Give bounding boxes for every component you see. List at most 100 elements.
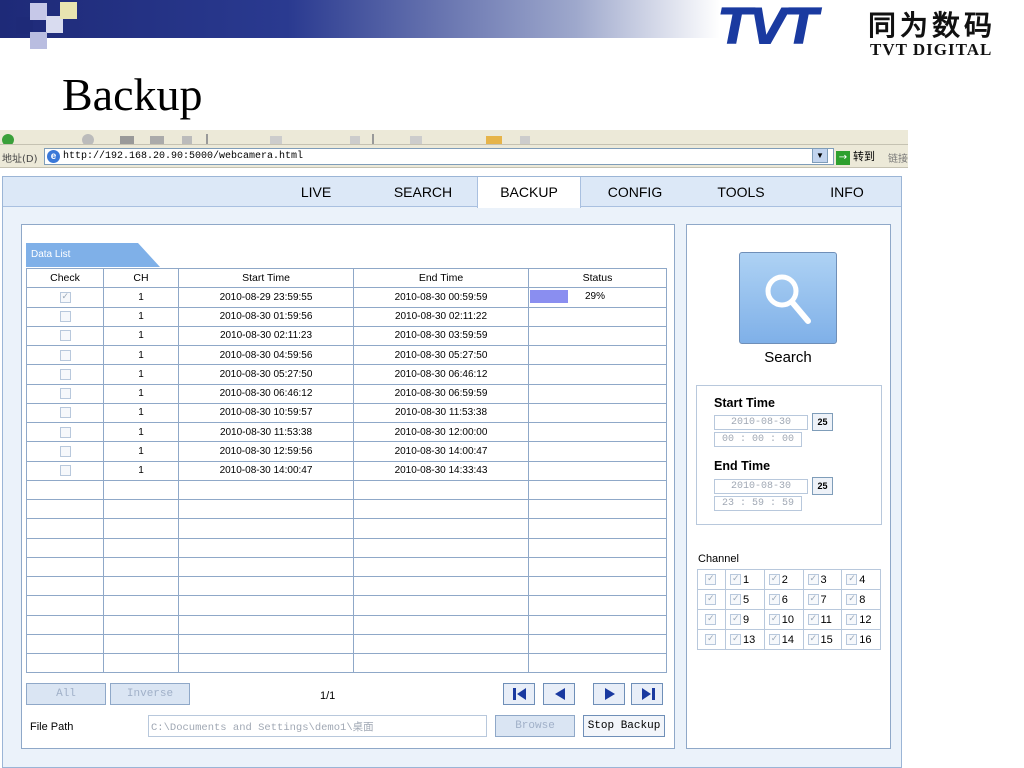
check-cell[interactable] [26, 325, 104, 347]
links-label[interactable]: 链接 [888, 150, 908, 165]
row-checkbox[interactable] [59, 445, 71, 457]
channel-checkbox[interactable] [846, 573, 858, 586]
channel-cell[interactable]: 12 [841, 609, 881, 630]
row-checkbox[interactable] [59, 291, 71, 303]
tab-search[interactable]: SEARCH [373, 177, 473, 207]
channel-checkbox[interactable] [807, 593, 819, 606]
table-row[interactable]: 1 2010-08-30 04:59:56 2010-08-30 05:27:50 [26, 344, 667, 366]
start-time-field[interactable]: 00 : 00 : 00 [714, 432, 802, 447]
stop-backup-button[interactable]: Stop Backup [583, 715, 665, 737]
row-select-checkbox[interactable] [705, 633, 716, 646]
column-header: Start Time [178, 267, 354, 289]
channel-checkbox[interactable] [846, 633, 858, 646]
channel-cell[interactable]: 11 [802, 609, 843, 630]
channel-cell: 1 [103, 383, 179, 404]
row-select-cell[interactable] [697, 609, 726, 630]
channel-cell[interactable]: 15 [802, 629, 843, 650]
row-checkbox[interactable] [59, 330, 71, 342]
table-row[interactable]: 1 2010-08-30 02:11:23 2010-08-30 03:59:59 [26, 325, 667, 347]
address-dropdown-icon[interactable]: ▼ [812, 148, 828, 163]
channel-cell[interactable]: 4 [841, 569, 881, 590]
address-input[interactable]: e http://192.168.20.90:5000/webcamera.ht… [44, 148, 834, 165]
tab-config[interactable]: CONFIG [583, 177, 687, 207]
table-row[interactable]: 1 2010-08-30 05:27:50 2010-08-30 06:46:12 [26, 364, 667, 385]
check-cell[interactable] [26, 441, 104, 462]
file-path-input[interactable]: C:\Documents and Settings\demo1\桌面 [148, 715, 487, 737]
channel-cell[interactable]: 5 [725, 589, 765, 610]
channel-cell[interactable]: 14 [763, 629, 804, 650]
end-date-field[interactable]: 2010-08-30 [714, 479, 808, 494]
row-select-cell[interactable] [697, 589, 726, 610]
check-cell[interactable] [26, 287, 104, 308]
last-page-button[interactable] [631, 683, 663, 705]
select-all-button[interactable]: All [26, 683, 106, 705]
row-select-cell[interactable] [697, 629, 726, 650]
channel-checkbox[interactable] [730, 573, 741, 586]
channel-checkbox[interactable] [846, 593, 858, 606]
channel-checkbox[interactable] [768, 613, 780, 626]
channel-checkbox[interactable] [730, 613, 741, 626]
check-cell[interactable] [26, 383, 104, 404]
start-date-field[interactable]: 2010-08-30 [714, 415, 808, 430]
channel-cell[interactable]: 3 [802, 569, 843, 590]
table-row[interactable]: 1 2010-08-30 10:59:57 2010-08-30 11:53:38 [26, 402, 667, 424]
channel-checkbox[interactable] [807, 633, 819, 646]
browse-button[interactable]: Browse [495, 715, 575, 737]
previous-page-button[interactable] [543, 683, 575, 705]
inverse-selection-button[interactable]: Inverse [110, 683, 190, 705]
tab-live[interactable]: LIVE [273, 177, 359, 207]
channel-cell[interactable]: 9 [725, 609, 765, 630]
table-row[interactable]: 1 2010-08-30 06:46:12 2010-08-30 06:59:59 [26, 383, 667, 404]
check-cell[interactable] [26, 344, 104, 366]
row-checkbox[interactable] [59, 407, 71, 419]
channel-checkbox[interactable] [807, 613, 819, 626]
go-button[interactable]: → 转到 [836, 148, 875, 165]
channel-checkbox[interactable] [768, 593, 780, 606]
end-time-field[interactable]: 23 : 59 : 59 [714, 496, 802, 511]
row-checkbox[interactable] [59, 311, 71, 323]
check-cell[interactable] [26, 364, 104, 385]
channel-checkbox[interactable] [730, 593, 741, 606]
channel-checkbox[interactable] [846, 613, 858, 626]
channel-checkbox[interactable] [768, 573, 780, 586]
row-select-checkbox[interactable] [705, 593, 716, 606]
calendar-icon[interactable]: 25 [812, 413, 833, 431]
row-checkbox[interactable] [59, 465, 71, 477]
first-page-button[interactable] [503, 683, 535, 705]
row-select-cell[interactable] [697, 569, 726, 590]
check-cell[interactable] [26, 460, 104, 481]
tab-tools[interactable]: TOOLS [693, 177, 789, 207]
check-cell[interactable] [26, 421, 104, 443]
channel-checkbox[interactable] [768, 633, 780, 646]
search-button[interactable] [739, 252, 837, 344]
next-page-button[interactable] [593, 683, 625, 705]
channel-checkbox[interactable] [807, 573, 819, 586]
channel-cell[interactable]: 16 [841, 629, 881, 650]
start-time-cell: 2010-08-30 14:00:47 [178, 460, 354, 481]
row-select-checkbox[interactable] [705, 573, 716, 586]
table-row[interactable]: 12010-08-29 23:59:552010-08-30 00:59:59 2… [26, 287, 667, 308]
channel-checkbox[interactable] [730, 633, 741, 646]
channel-cell[interactable]: 1 [725, 569, 765, 590]
row-checkbox[interactable] [59, 426, 71, 438]
column-header: CH [103, 267, 179, 289]
tab-backup[interactable]: BACKUP [477, 177, 581, 208]
table-row[interactable]: 1 2010-08-30 11:53:38 2010-08-30 12:00:00 [26, 421, 667, 443]
channel-cell[interactable]: 6 [763, 589, 804, 610]
channel-cell[interactable]: 2 [763, 569, 804, 590]
calendar-icon[interactable]: 25 [812, 477, 833, 495]
row-checkbox[interactable] [59, 388, 71, 400]
channel-cell[interactable]: 8 [841, 589, 881, 610]
row-checkbox[interactable] [59, 368, 71, 380]
row-checkbox[interactable] [59, 349, 71, 361]
check-cell[interactable] [26, 306, 104, 327]
tab-info[interactable]: INFO [803, 177, 891, 207]
channel-cell[interactable]: 7 [802, 589, 843, 610]
channel-cell[interactable]: 10 [763, 609, 804, 630]
channel-cell[interactable]: 13 [725, 629, 765, 650]
table-row[interactable]: 1 2010-08-30 01:59:56 2010-08-30 02:11:22 [26, 306, 667, 327]
check-cell[interactable] [26, 402, 104, 424]
row-select-checkbox[interactable] [705, 613, 716, 626]
table-row[interactable]: 1 2010-08-30 14:00:47 2010-08-30 14:33:43 [26, 460, 667, 481]
table-row[interactable]: 1 2010-08-30 12:59:56 2010-08-30 14:00:47 [26, 441, 667, 462]
